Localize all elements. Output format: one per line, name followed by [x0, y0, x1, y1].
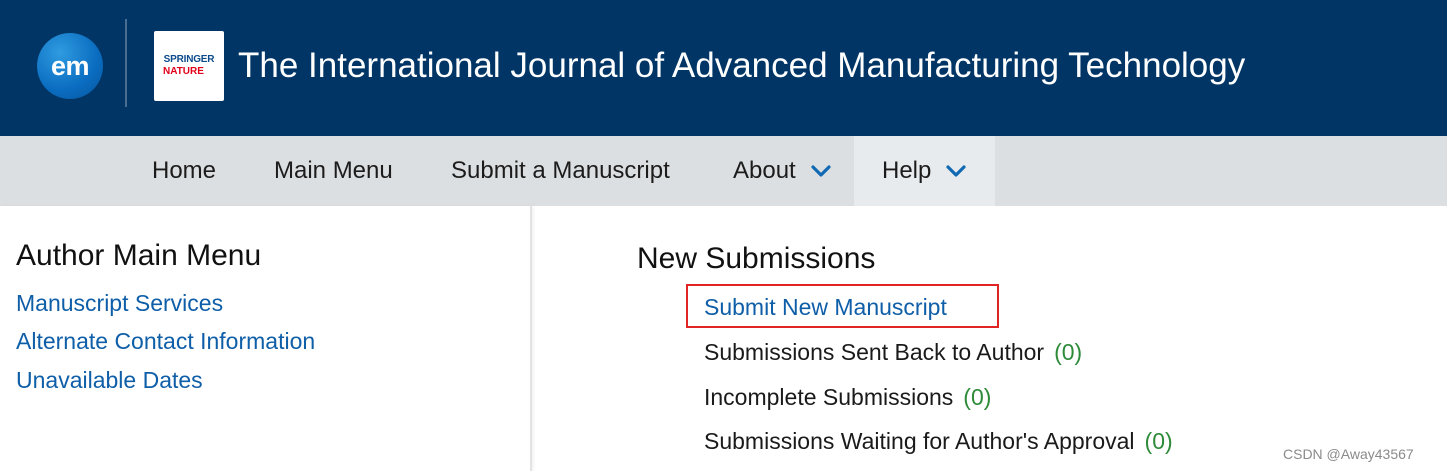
sent-back-label: Submissions Sent Back to Author [704, 339, 1045, 365]
watermark: CSDN @Away43567 [1283, 446, 1414, 462]
awaiting-approval-item[interactable]: Submissions Waiting for Author's Approva… [704, 427, 1173, 455]
nav-submit-manuscript-label: Submit a Manuscript [451, 157, 670, 184]
author-menu-heading: Author Main Menu [16, 239, 262, 272]
awaiting-approval-count: (0) [1144, 428, 1173, 454]
sent-back-submissions-item[interactable]: Submissions Sent Back to Author (0) [704, 338, 1082, 366]
incomplete-count: (0) [963, 384, 992, 410]
incomplete-label: Incomplete Submissions [704, 384, 954, 410]
unavailable-dates-link[interactable]: Unavailable Dates [16, 366, 203, 394]
incomplete-submissions-item[interactable]: Incomplete Submissions (0) [704, 383, 991, 411]
editorial-manager-logo[interactable]: em [37, 33, 103, 99]
new-submissions-heading: New Submissions [637, 242, 876, 275]
alternate-contact-link[interactable]: Alternate Contact Information [16, 327, 315, 355]
nav-submit-manuscript[interactable]: Submit a Manuscript [451, 136, 670, 206]
em-logo-text: em [50, 50, 90, 81]
site-header: em SPRINGER NATURE The International Jou… [0, 0, 1447, 136]
nav-home-label: Home [152, 157, 217, 184]
sent-back-count: (0) [1054, 339, 1083, 365]
publisher-logo-line1: SPRINGER [163, 54, 215, 65]
journal-title: The International Journal of Advanced Ma… [238, 46, 1246, 85]
nav-about-label: About [733, 157, 796, 184]
nav-about[interactable]: About [733, 136, 832, 206]
nav-main-menu[interactable]: Main Menu [274, 136, 393, 206]
nav-home[interactable]: Home [152, 136, 216, 206]
springer-nature-logo[interactable]: SPRINGER NATURE [154, 31, 224, 101]
submit-new-manuscript-link[interactable]: Submit New Manuscript [704, 293, 947, 321]
chevron-down-icon [946, 165, 966, 177]
chevron-down-icon [811, 165, 831, 177]
nav-help[interactable]: Help [854, 136, 996, 206]
awaiting-approval-label: Submissions Waiting for Author's Approva… [704, 428, 1135, 454]
nav-main-menu-label: Main Menu [274, 157, 393, 184]
main-navigation: Home Main Menu Submit a Manuscript About… [0, 136, 1447, 206]
manuscript-services-link[interactable]: Manuscript Services [16, 289, 223, 317]
header-divider [125, 19, 127, 107]
publisher-logo-line2: NATURE [163, 66, 204, 77]
nav-help-label: Help [882, 157, 932, 184]
